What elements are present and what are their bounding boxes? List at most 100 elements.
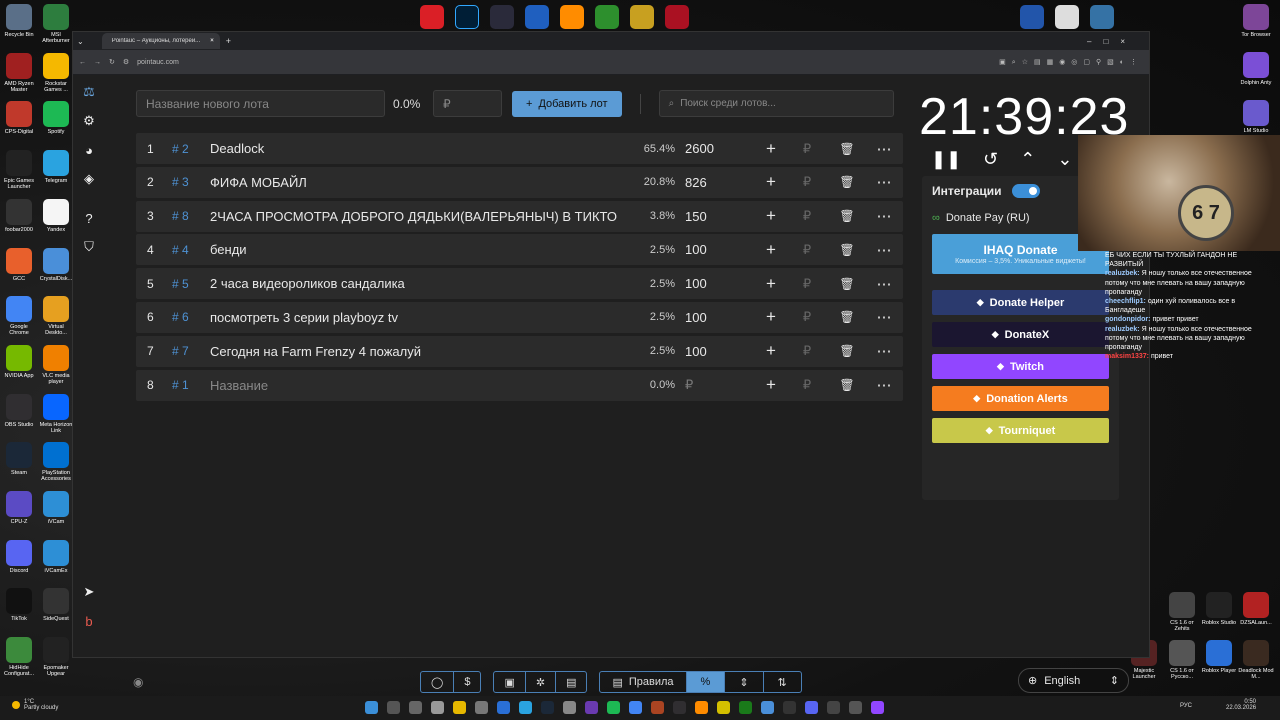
discord-taskbar-icon[interactable] xyxy=(805,701,818,714)
steam-taskbar-icon[interactable] xyxy=(541,701,554,714)
more-options-icon[interactable]: ⋯ xyxy=(865,342,903,360)
desktop-icon[interactable]: AMD Ryzen Master xyxy=(0,52,38,93)
browser-tab[interactable]: Pointauc – Аукционы, лотереи... × xyxy=(101,33,220,49)
amount-input[interactable]: ₽ xyxy=(785,343,829,359)
rules-button[interactable]: ▤ Правила xyxy=(600,672,687,692)
visibility-eye-icon[interactable]: ◉ xyxy=(133,675,143,689)
close-tab-icon[interactable]: × xyxy=(210,38,214,44)
more-options-icon[interactable]: ⋯ xyxy=(865,308,903,326)
fruit-app-icon[interactable] xyxy=(630,5,654,29)
desktop-icon[interactable]: Roblox Studio xyxy=(1200,592,1238,626)
layers-icon[interactable]: ◈ xyxy=(80,170,98,188)
add-amount-button[interactable]: + xyxy=(757,307,785,327)
add-amount-button[interactable]: + xyxy=(757,341,785,361)
add-amount-button[interactable]: + xyxy=(757,139,785,159)
language-select[interactable]: ⊕ English ⇕ xyxy=(1018,668,1129,693)
new-lot-input[interactable]: Название нового лота xyxy=(136,90,385,117)
fl-studio-icon[interactable] xyxy=(560,5,584,29)
boosty-icon[interactable]: b xyxy=(80,612,98,630)
desktop-icon[interactable]: Yandex xyxy=(37,198,75,233)
python-icon[interactable] xyxy=(1090,5,1114,29)
clock[interactable]: 0:50 22.03.2026 xyxy=(1226,699,1256,711)
desktop-icon[interactable]: TikTok xyxy=(0,588,38,622)
more-options-icon[interactable]: ⋯ xyxy=(865,207,903,225)
lot-name[interactable]: Название xyxy=(210,378,627,393)
save-icon[interactable]: ▣ xyxy=(494,672,526,692)
desktop-icon[interactable]: iVCamEx xyxy=(37,539,75,574)
desktop-icon[interactable]: CS 1.6 от Русско... xyxy=(1163,640,1201,680)
lot-name[interactable]: Сегодня на Farm Frenzy 4 пожалуй xyxy=(210,344,627,359)
lot-name[interactable]: посмотреть 3 серии playboyz tv xyxy=(210,310,627,325)
more-options-icon[interactable]: ⋯ xyxy=(865,376,903,394)
add-amount-button[interactable]: + xyxy=(757,274,785,294)
add-amount-button[interactable]: + xyxy=(757,240,785,260)
extensions-icons[interactable]: ▣⌕☆▤▦◉◎▢⚲▧◐⋮ xyxy=(999,58,1143,67)
desktop-icon[interactable]: OBS Studio xyxy=(0,393,38,428)
amount-input[interactable]: ₽ xyxy=(785,141,829,157)
desktop-icon[interactable]: Steam xyxy=(0,442,38,476)
integration-twitch-button[interactable]: ◆ Twitch xyxy=(932,354,1109,379)
desktop-icon[interactable]: Telegram xyxy=(37,150,75,184)
lot-name[interactable]: 2 часа видеороликов сандалика xyxy=(210,276,627,291)
desktop-icon[interactable]: Spotify xyxy=(37,101,75,135)
adobe-cc-icon[interactable] xyxy=(420,5,444,29)
desktop-icon[interactable]: foobar2000 xyxy=(0,198,38,233)
tab-list-icon[interactable]: ⌄ xyxy=(77,37,84,46)
desktop-icon[interactable]: DZSALaun... xyxy=(1237,592,1275,626)
settings-gear-icon[interactable]: ⚙ xyxy=(80,112,98,130)
app-icon-b[interactable] xyxy=(475,701,488,714)
desktop-icon[interactable]: Deadlock Mod M... xyxy=(1237,640,1275,680)
desktop-icon[interactable]: Epomaker Upgear xyxy=(37,637,75,677)
integrations-toggle[interactable] xyxy=(1011,184,1040,198)
weather-widget[interactable]: 1°C Partly cloudy xyxy=(12,699,58,711)
delete-trash-icon[interactable]: 🗑 xyxy=(829,310,865,324)
forward-icon[interactable]: → xyxy=(94,59,101,66)
vegas-icon[interactable] xyxy=(525,5,549,29)
desktop-icon[interactable]: Virtual Deskto... xyxy=(37,296,75,336)
donate-dollar-icon[interactable]: $ xyxy=(454,672,480,692)
desktop-icon[interactable]: CPS-Digital xyxy=(0,101,38,135)
amount-input[interactable]: ₽ xyxy=(785,309,829,325)
app-icon-e[interactable] xyxy=(585,701,598,714)
more-options-icon[interactable]: ⋯ xyxy=(865,241,903,259)
app-icon-j[interactable] xyxy=(761,701,774,714)
add-amount-button[interactable]: + xyxy=(757,375,785,395)
desktop-icon[interactable]: Google Chrome xyxy=(0,296,38,336)
desktop-icon[interactable]: LM Studio xyxy=(1237,100,1275,134)
photoshop-icon[interactable] xyxy=(455,5,479,29)
github-icon[interactable]: ◯ xyxy=(421,672,455,692)
url-field[interactable]: pointauc.com xyxy=(137,59,991,66)
desktop-icon[interactable]: CS 1.6 от Zehits xyxy=(1163,592,1201,632)
wheel-icon[interactable]: ◕ xyxy=(80,141,98,159)
obs-taskbar-icon[interactable] xyxy=(673,701,686,714)
search-input[interactable]: ⌕ Поиск среди лотов... xyxy=(658,90,894,117)
sort-icon[interactable]: ⇅ xyxy=(764,672,801,692)
app-icon-g[interactable] xyxy=(695,701,708,714)
notepad-icon[interactable] xyxy=(595,5,619,29)
lot-name[interactable]: бенди xyxy=(210,242,627,257)
reload-icon[interactable]: ↻ xyxy=(109,58,115,66)
chevron-up-icon[interactable]: ⌃ xyxy=(1020,149,1035,170)
reset-icon[interactable]: ↺ xyxy=(983,149,998,170)
chrome-taskbar-icon[interactable] xyxy=(629,701,642,714)
desktop-icon[interactable]: PlayStation Accessories xyxy=(37,442,75,482)
app-icon-n[interactable] xyxy=(871,701,884,714)
app-icon-m[interactable] xyxy=(849,701,862,714)
app-icon-1[interactable] xyxy=(1020,5,1044,29)
add-lot-button[interactable]: + Добавить лот xyxy=(512,90,622,117)
amount-input[interactable]: ₽ xyxy=(785,174,829,190)
app-icon-i[interactable] xyxy=(739,701,752,714)
amount-input[interactable]: ₽ xyxy=(785,242,829,258)
desktop-icon[interactable]: NVIDIA App xyxy=(0,344,38,379)
desktop-icon[interactable]: MSI Afterburner xyxy=(37,4,75,44)
new-lot-amount-input[interactable]: ₽ xyxy=(433,90,502,117)
chevron-down-icon[interactable]: ⌄ xyxy=(1057,149,1072,170)
desktop-icon[interactable]: Roblox Player xyxy=(1200,640,1238,674)
back-icon[interactable]: ← xyxy=(79,59,86,66)
app-icon-c[interactable] xyxy=(497,701,510,714)
integration-tourniquet-button[interactable]: ◆ Tourniquet xyxy=(932,418,1109,443)
desktop-icon[interactable]: CrystalDisk... xyxy=(37,247,75,282)
lot-name[interactable]: 2ЧАСА ПРОСМОТРА ДОБРОГО ДЯДЬКИ(ВАЛЕРЬЯНЫ… xyxy=(210,209,627,224)
delete-trash-icon[interactable]: 🗑 xyxy=(829,209,865,223)
delete-trash-icon[interactable]: 🗑 xyxy=(829,378,865,392)
